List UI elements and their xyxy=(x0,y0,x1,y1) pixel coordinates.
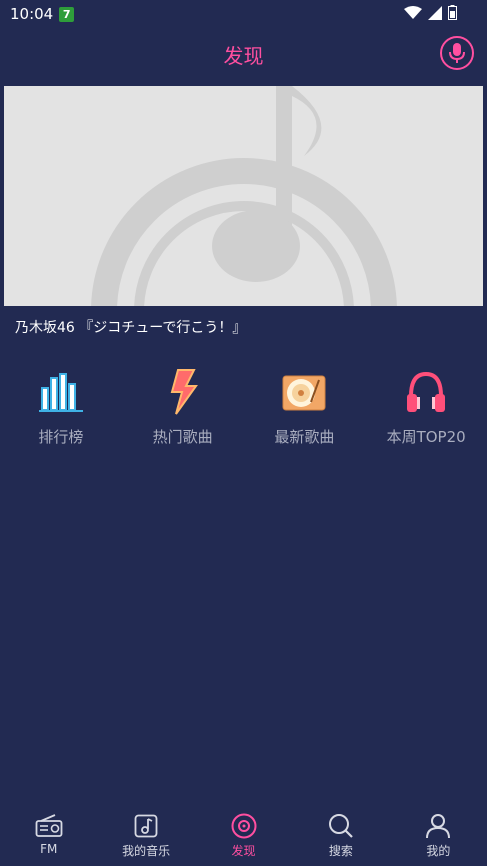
category-grid: 排行榜 热门歌曲 最新歌曲 本周TOP20 xyxy=(0,368,487,458)
status-app-badge: 7 xyxy=(59,6,75,22)
status-icons xyxy=(404,5,457,20)
battery-icon xyxy=(448,5,457,20)
nav-label: 搜索 xyxy=(328,844,353,858)
nav-search[interactable]: 搜索 xyxy=(292,806,389,866)
nav-label: 发现 xyxy=(231,844,256,858)
header: 发现 xyxy=(0,30,487,76)
nav-mine[interactable]: 我的 xyxy=(390,806,487,866)
music-note-placeholder-icon xyxy=(91,86,397,306)
wifi-icon xyxy=(404,5,422,19)
category-label: 本周TOP20 xyxy=(386,428,466,446)
chart-bars-icon xyxy=(37,368,85,416)
page-title: 发现 xyxy=(223,44,264,68)
record-player-icon xyxy=(280,368,328,416)
category-ranking[interactable]: 排行榜 xyxy=(0,368,122,458)
search-icon xyxy=(326,812,356,840)
screen: 10:04 7 发现 乃木坂46 『ジコチューで行こう！』 排行榜 热门歌曲 最… xyxy=(0,0,487,866)
radio-icon xyxy=(34,812,64,840)
voice-search-button[interactable] xyxy=(440,36,474,70)
category-new-songs[interactable]: 最新歌曲 xyxy=(244,368,366,458)
category-label: 热门歌曲 xyxy=(152,428,213,446)
category-label: 最新歌曲 xyxy=(274,428,335,446)
nav-label: FM xyxy=(40,842,58,856)
user-icon xyxy=(423,812,453,840)
status-bar: 10:04 7 xyxy=(0,0,487,28)
lightning-icon xyxy=(159,368,207,416)
status-time: 10:04 xyxy=(10,5,54,23)
category-label: 排行榜 xyxy=(38,428,84,446)
banner-caption: 乃木坂46 『ジコチューで行こう！』 xyxy=(15,320,247,336)
disc-icon xyxy=(229,812,259,840)
nav-label: 我的音乐 xyxy=(122,844,171,858)
signal-icon xyxy=(428,5,442,20)
nav-discover[interactable]: 发现 xyxy=(195,806,292,866)
category-top20[interactable]: 本周TOP20 xyxy=(365,368,487,458)
headphones-icon xyxy=(402,368,450,416)
banner-image[interactable] xyxy=(4,86,483,306)
category-hot-songs[interactable]: 热门歌曲 xyxy=(122,368,244,458)
nav-fm[interactable]: FM xyxy=(0,806,97,866)
microphone-icon xyxy=(449,43,465,63)
bottom-nav: FM 我的音乐 发现 搜索 我的 xyxy=(0,806,487,866)
music-note-icon xyxy=(131,812,161,840)
nav-my-music[interactable]: 我的音乐 xyxy=(97,806,194,866)
nav-label: 我的 xyxy=(426,844,451,858)
